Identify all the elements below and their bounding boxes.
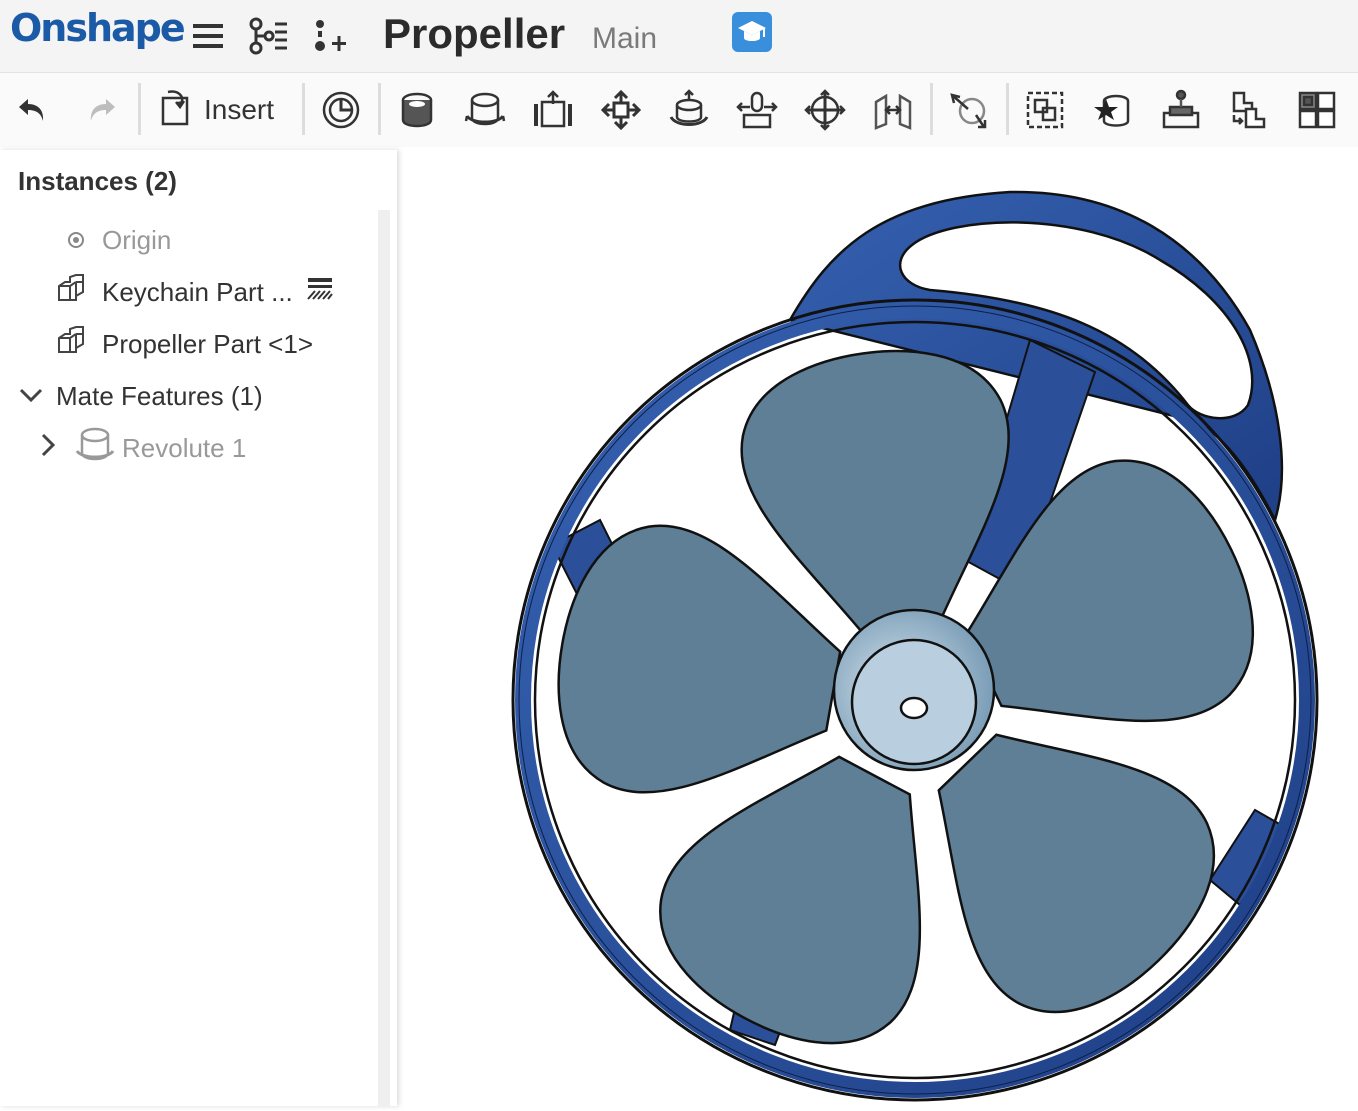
tangent-mate-icon[interactable] bbox=[946, 87, 992, 133]
replicate-icon[interactable] bbox=[1090, 87, 1136, 133]
tree-item-label: Propeller Part <1> bbox=[102, 328, 314, 359]
parallel-mate-icon[interactable] bbox=[870, 87, 916, 133]
toolbar-separator bbox=[930, 83, 933, 135]
undo-icon[interactable] bbox=[10, 87, 56, 133]
slider-mate-icon[interactable] bbox=[530, 87, 576, 133]
tree-item-origin[interactable]: Origin bbox=[64, 220, 171, 260]
onshape-logo[interactable]: Onshape bbox=[10, 6, 186, 50]
chevron-down-icon[interactable] bbox=[18, 381, 44, 412]
tree-item-label: Origin bbox=[102, 224, 172, 255]
panel-title[interactable]: Instances (2) bbox=[18, 166, 177, 197]
origin-icon bbox=[64, 231, 88, 249]
assembly-model[interactable] bbox=[397, 150, 1358, 1106]
toolbar-separator bbox=[378, 83, 381, 135]
redo-icon[interactable] bbox=[78, 87, 124, 133]
toolbar-separator bbox=[1006, 83, 1009, 135]
section-view-icon[interactable] bbox=[307, 277, 333, 308]
fastened-mate-icon[interactable] bbox=[394, 87, 440, 133]
document-title[interactable]: Propeller bbox=[383, 10, 565, 58]
explode-icon[interactable] bbox=[1294, 87, 1340, 133]
insert-icon bbox=[158, 88, 192, 133]
tree-item-propeller-part[interactable]: Propeller Part <1> bbox=[56, 324, 313, 364]
revolute-mate-icon[interactable] bbox=[462, 87, 508, 133]
pattern-icon[interactable] bbox=[1226, 87, 1272, 133]
tree-item-label: Mate Features (1) bbox=[56, 380, 263, 411]
part-icon bbox=[56, 325, 86, 363]
tree-item-label: Keychain Part ... bbox=[102, 276, 293, 307]
fit-icon[interactable] bbox=[1158, 87, 1204, 133]
group-icon[interactable] bbox=[1022, 87, 1068, 133]
branch-label[interactable]: Main bbox=[592, 22, 657, 56]
toolbar-separator bbox=[302, 83, 305, 135]
planar-mate-icon[interactable] bbox=[598, 87, 644, 133]
top-bar: Onshape Propeller Main bbox=[0, 0, 1358, 73]
tree-item-keychain-part[interactable]: Keychain Part ... bbox=[56, 272, 333, 312]
chevron-right-icon[interactable] bbox=[38, 432, 58, 465]
education-badge-icon[interactable] bbox=[732, 12, 772, 52]
menu-icon[interactable] bbox=[186, 14, 230, 58]
pin-slot-mate-icon[interactable] bbox=[734, 87, 780, 133]
panel-scrollbar[interactable] bbox=[378, 210, 390, 1106]
tree-item-label: Revolute 1 bbox=[122, 432, 247, 463]
toolbar: Insert bbox=[0, 73, 1358, 147]
tree-item-mate-features[interactable]: Mate Features (1) bbox=[18, 376, 263, 416]
insert-mate-icon[interactable] bbox=[308, 14, 352, 58]
insert-button[interactable]: Insert bbox=[158, 87, 288, 133]
mate-connector-icon[interactable] bbox=[318, 87, 364, 133]
tree-item-revolute[interactable]: Revolute 1 bbox=[38, 427, 247, 468]
insert-label: Insert bbox=[204, 94, 275, 125]
feature-tree-icon[interactable] bbox=[246, 14, 290, 58]
graphics-viewport[interactable] bbox=[397, 150, 1358, 1106]
propeller-hub[interactable] bbox=[832, 608, 996, 772]
part-icon bbox=[56, 273, 86, 311]
revolute-mate-icon bbox=[74, 425, 116, 472]
cylindrical-mate-icon[interactable] bbox=[666, 87, 712, 133]
toolbar-separator bbox=[138, 83, 141, 135]
ball-mate-icon[interactable] bbox=[802, 87, 848, 133]
instances-panel: Instances (2) Origin Keychain Part ... P… bbox=[0, 150, 397, 1106]
